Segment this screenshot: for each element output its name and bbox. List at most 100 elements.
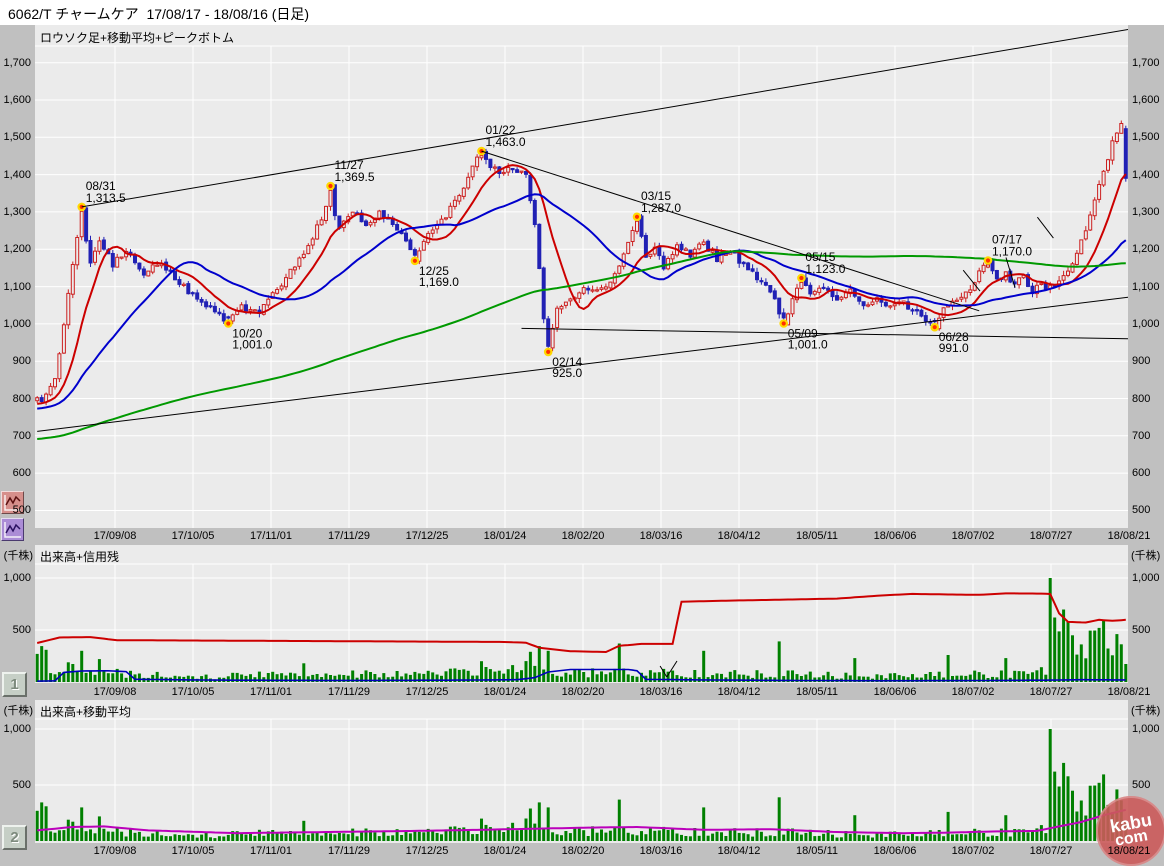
margin-buy-line xyxy=(37,593,1126,652)
volume-y-axis-label: 1,000 xyxy=(0,572,31,584)
volume-y-axis-label: 500 xyxy=(0,779,31,791)
volume-ma-svg xyxy=(35,700,1128,843)
svg-text:991.0: 991.0 xyxy=(939,341,969,355)
x-axis-date-label: 17/11/29 xyxy=(321,845,377,857)
x-axis-date-label: 18/03/16 xyxy=(633,686,689,698)
price-y-axis-label: 1,300 xyxy=(1132,206,1164,218)
x-axis-date-label: 18/07/27 xyxy=(1023,845,1079,857)
price-y-axis-label: 1,000 xyxy=(1132,318,1164,330)
x-axis-date-label: 18/06/06 xyxy=(867,845,923,857)
price-y-axis-label: 700 xyxy=(0,430,31,442)
price-y-axis-label: 800 xyxy=(1132,393,1164,405)
x-axis-date-label: 18/03/16 xyxy=(633,845,689,857)
svg-text:1,001.0: 1,001.0 xyxy=(232,338,272,352)
x-axis-date-label: 18/01/24 xyxy=(477,530,533,542)
panel-1-badge[interactable]: 1 xyxy=(2,672,27,697)
price-y-axis-label: 600 xyxy=(1132,467,1164,479)
price-chart-svg: 08/311,313.510/201,001.011/271,369.512/2… xyxy=(35,25,1128,528)
volume-y-axis-label: 1,000 xyxy=(1132,572,1164,584)
svg-text:1,170.0: 1,170.0 xyxy=(992,245,1032,259)
volume-y-axis-label: 1,000 xyxy=(0,723,31,735)
volume-ma-panel-label: 出来高+移動平均 xyxy=(40,703,131,720)
volume-unit-right: (千株) xyxy=(1131,547,1160,563)
price-chart-panel: 08/311,313.510/201,001.011/271,369.512/2… xyxy=(35,25,1128,528)
x-axis-date-label: 17/11/01 xyxy=(243,845,299,857)
price-panel-label: ロウソク足+移動平均+ピークボトム xyxy=(40,29,234,46)
x-axis-date-label: 18/04/12 xyxy=(711,686,767,698)
x-axis-date-label: 18/07/02 xyxy=(945,530,1001,542)
price-y-axis-label: 500 xyxy=(0,504,31,516)
x-axis-date-label: 18/07/02 xyxy=(945,686,1001,698)
volume-y-axis-label: 1,000 xyxy=(1132,723,1164,735)
svg-text:1,369.5: 1,369.5 xyxy=(335,170,375,184)
x-axis-date-label: 18/02/20 xyxy=(555,845,611,857)
price-y-axis-label: 1,600 xyxy=(0,94,31,106)
x-axis-date-label: 17/11/29 xyxy=(321,530,377,542)
x-axis-date-label: 18/01/24 xyxy=(477,686,533,698)
price-y-axis-label: 1,400 xyxy=(1132,169,1164,181)
chart-application-window: { "title": {"text": "6062/T チャームケア 17/08… xyxy=(0,0,1164,855)
price-y-axis-label: 1,000 xyxy=(0,318,31,330)
price-y-axis-label: 1,700 xyxy=(1132,57,1164,69)
x-axis-date-label: 18/04/12 xyxy=(711,845,767,857)
x-axis-date-label: 17/12/25 xyxy=(399,530,455,542)
x-axis-date-label: 17/10/05 xyxy=(165,530,221,542)
x-axis-date-label: 18/03/16 xyxy=(633,530,689,542)
x-axis-date-label: 17/11/01 xyxy=(243,530,299,542)
x-axis-date-label: 17/11/01 xyxy=(243,686,299,698)
x-axis-date-label: 17/10/05 xyxy=(165,845,221,857)
peak-bottom-annotations: 08/311,313.510/201,001.011/271,369.512/2… xyxy=(79,123,1033,380)
volume-ma-unit-left: (千株) xyxy=(0,702,33,718)
price-y-axis-label: 500 xyxy=(1132,504,1164,516)
x-axis-date-label: 18/02/20 xyxy=(555,530,611,542)
x-axis-date-label: 18/06/06 xyxy=(867,530,923,542)
price-y-axis-label: 1,300 xyxy=(0,206,31,218)
x-axis-date-label: 18/07/27 xyxy=(1023,686,1079,698)
svg-text:1,287.0: 1,287.0 xyxy=(641,201,681,215)
price-y-axis-label: 800 xyxy=(0,393,31,405)
line-icon-glyph xyxy=(2,519,23,540)
price-y-axis-label: 900 xyxy=(0,355,31,367)
price-grid xyxy=(35,46,1128,528)
price-y-axis-label: 1,600 xyxy=(1132,94,1164,106)
svg-text:1,123.0: 1,123.0 xyxy=(805,262,845,276)
volume-ma-unit-right: (千株) xyxy=(1131,702,1160,718)
title-bar: 6062/T チャームケア 17/08/17 - 18/08/16 (日足) xyxy=(0,0,1164,25)
price-y-axis-label: 1,700 xyxy=(0,57,31,69)
x-axis-date-label: 17/12/25 xyxy=(399,686,455,698)
x-axis-date-label: 18/01/24 xyxy=(477,845,533,857)
svg-text:1,169.0: 1,169.0 xyxy=(419,275,459,289)
price-y-axis-label: 1,200 xyxy=(1132,243,1164,255)
x-axis-date-label: 18/05/11 xyxy=(789,686,845,698)
x-axis-date-label: 18/05/11 xyxy=(789,845,845,857)
price-y-axis-label: 1,500 xyxy=(0,131,31,143)
x-axis-date-label: 18/04/12 xyxy=(711,530,767,542)
svg-text:1,001.0: 1,001.0 xyxy=(788,338,828,352)
price-y-axis-label: 900 xyxy=(1132,355,1164,367)
price-y-axis-label: 1,100 xyxy=(1132,281,1164,293)
price-y-axis-label: 1,200 xyxy=(0,243,31,255)
x-axis-date-label: 18/08/21 xyxy=(1101,686,1157,698)
x-axis-date-label: 18/05/11 xyxy=(789,530,845,542)
price-y-axis-label: 1,100 xyxy=(0,281,31,293)
x-axis-date-label: 17/10/05 xyxy=(165,686,221,698)
price-y-axis-label: 700 xyxy=(1132,430,1164,442)
x-axis-date-label: 18/07/27 xyxy=(1023,530,1079,542)
volume-ma-line xyxy=(37,810,1126,833)
x-axis-date-label: 17/11/29 xyxy=(321,686,377,698)
x-axis-date-label: 17/09/08 xyxy=(87,530,143,542)
x-axis-date-label: 18/02/20 xyxy=(555,686,611,698)
volume-ma-panel xyxy=(35,700,1128,843)
x-axis-date-label: 17/12/25 xyxy=(399,845,455,857)
panel-2-badge[interactable]: 2 xyxy=(2,825,27,850)
x-axis-date-label: 18/07/02 xyxy=(945,845,1001,857)
volume-panel-label: 出来高+信用残 xyxy=(40,548,119,565)
volume-y-axis-label: 500 xyxy=(0,624,31,636)
line-chart-icon[interactable] xyxy=(1,518,24,541)
price-y-axis-label: 1,500 xyxy=(1132,131,1164,143)
price-y-axis-label: 1,400 xyxy=(0,169,31,181)
volume-margin-panel xyxy=(35,545,1128,683)
volume-unit-left: (千株) xyxy=(0,547,33,563)
volume-y-axis-label: 500 xyxy=(1132,624,1164,636)
x-axis-date-label: 18/06/06 xyxy=(867,686,923,698)
